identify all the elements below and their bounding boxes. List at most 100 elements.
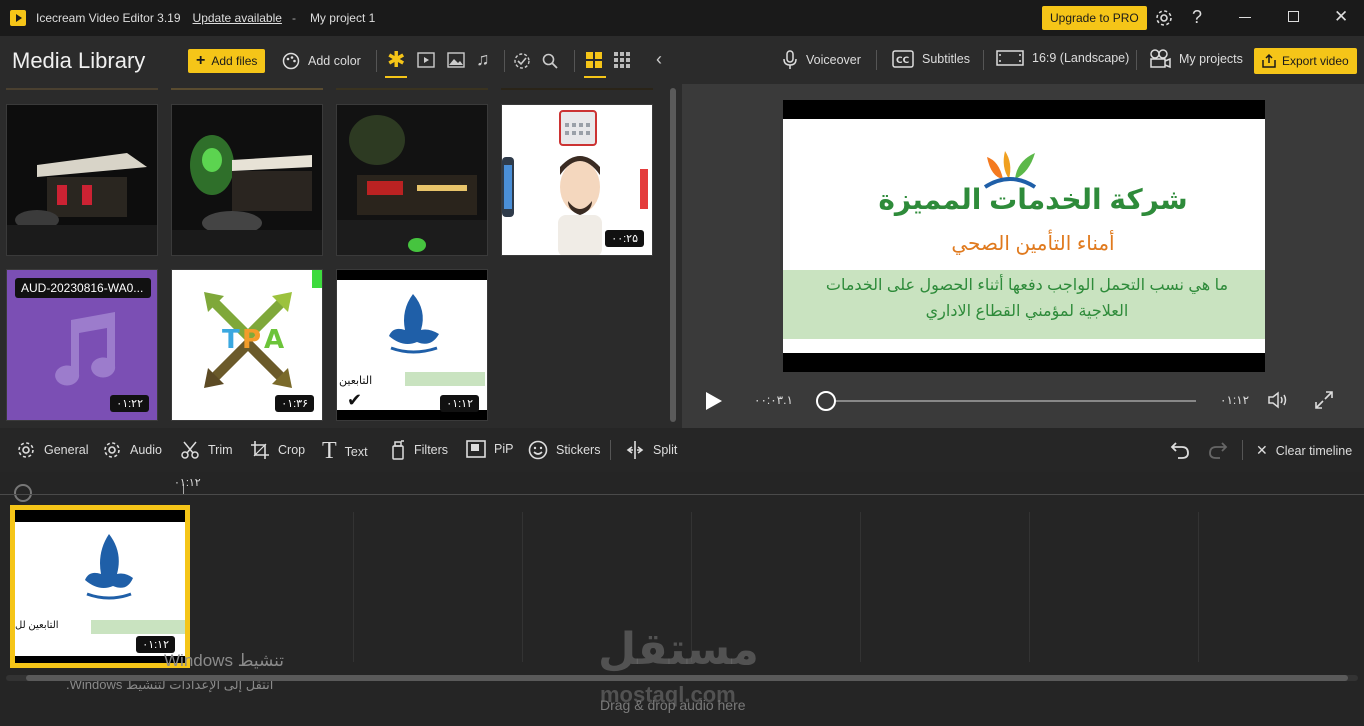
media-thumb-tpa-video[interactable]: T P A ۰۱:۳۶ (171, 269, 323, 421)
city-night-image (337, 105, 487, 255)
institution-logo-image (389, 294, 439, 354)
volume-icon[interactable] (1267, 390, 1291, 410)
total-time: ۰۱:۱۲ (1220, 393, 1250, 407)
media-thumb-night-photo-2[interactable] (171, 104, 323, 256)
duration-badge: ۰۰:۲۵ (605, 230, 644, 247)
audio-label: Audio (130, 443, 162, 457)
ruler-time-label: ۰۱:۱۲ (174, 477, 201, 489)
stickers-label: Stickers (556, 443, 601, 457)
split-button[interactable]: Split (625, 440, 677, 460)
filter-image-icon[interactable] (447, 52, 465, 68)
minimize-icon[interactable] (1239, 17, 1251, 18)
seek-thumb[interactable] (815, 391, 836, 411)
timeline-clip[interactable]: التابعين لل ۰۱:۱۲ (10, 505, 190, 668)
export-icon (1262, 54, 1276, 68)
small-grid-view-icon[interactable] (614, 52, 630, 68)
add-color-button[interactable]: Add color (282, 52, 361, 70)
letterbox-bar (15, 656, 185, 663)
export-video-button[interactable]: Export video (1254, 48, 1357, 74)
media-thumb-night-photo-1[interactable] (6, 104, 158, 256)
general-button[interactable]: General (16, 440, 88, 460)
play-icon[interactable] (704, 390, 724, 412)
active-view-underline (584, 76, 606, 78)
pip-button[interactable]: PiP (466, 440, 513, 458)
audio-file-name: AUD-20230816-WA0... (15, 278, 151, 298)
redo-icon[interactable] (1208, 441, 1228, 459)
mostaql-watermark-logo: مستقل (598, 625, 759, 674)
toolbar-divider-3 (574, 50, 575, 72)
close-window-icon[interactable]: ✕ (1334, 7, 1348, 27)
media-thumb-document-video[interactable]: التابعين ✔ ۰۱:۱۲ (336, 269, 488, 421)
letterbox-bar (337, 270, 487, 280)
large-grid-view-icon[interactable] (586, 52, 602, 68)
media-thumb-night-photo-3[interactable] (336, 104, 488, 256)
text-tool-icon: T (322, 438, 337, 464)
timeline-panel: ۰۱:۱۲ التابعين لل ۰۱:۱۲ تنشيط Windows ان… (0, 472, 1364, 726)
trim-button[interactable]: Trim (180, 440, 233, 460)
search-icon[interactable] (541, 52, 559, 70)
company-name-text: شركة الخدمات المميزة (878, 184, 1188, 215)
partial-thumb[interactable] (501, 88, 653, 90)
media-thumb-audio[interactable]: AUD-20230816-WA0... ۰۱:۲۲ (6, 269, 158, 421)
palette-icon (282, 52, 300, 70)
check-used-icon[interactable] (513, 52, 531, 70)
add-color-label: Add color (308, 54, 361, 68)
title-bar: Icecream Video Editor 3.19 Update availa… (0, 0, 1364, 36)
text-button[interactable]: T Text (322, 438, 368, 465)
filter-video-icon[interactable] (417, 52, 435, 68)
crop-label: Crop (278, 443, 306, 457)
pip-icon (466, 440, 486, 458)
filters-button[interactable]: Filters (390, 440, 448, 460)
help-icon[interactable]: ? (1192, 7, 1202, 28)
grid-line (1198, 512, 1199, 662)
svg-text:P: P (242, 325, 261, 355)
subtitles-label: Subtitles (922, 52, 970, 66)
maximize-icon[interactable] (1288, 11, 1299, 22)
timeline-scrollbar[interactable] (6, 675, 1358, 681)
library-scrollbar[interactable] (670, 88, 676, 428)
letterbox-bar (15, 510, 185, 522)
project-name: My project 1 (309, 11, 376, 25)
upgrade-to-pro-button[interactable]: Upgrade to PRO (1042, 6, 1147, 30)
text-label: Text (344, 444, 368, 459)
crop-button[interactable]: Crop (250, 440, 305, 460)
settings-gear-icon[interactable] (1154, 8, 1174, 28)
app-logo-icon (10, 10, 26, 26)
subtitles-button[interactable]: CC Subtitles (892, 50, 970, 68)
partial-thumb[interactable] (336, 88, 488, 90)
scrollbar-thumb[interactable] (670, 88, 676, 422)
clip-caption: التابعين لل (15, 620, 59, 631)
general-gear-icon (18, 442, 34, 458)
filters-bottle-icon (392, 440, 404, 460)
add-files-button[interactable]: + Add files (188, 49, 266, 73)
grid-line (860, 512, 861, 662)
stickers-button[interactable]: Stickers (528, 440, 600, 460)
svg-text:CC: CC (896, 56, 910, 66)
playhead-handle[interactable] (14, 484, 32, 502)
timeline-scrollbar-thumb[interactable] (26, 675, 1348, 681)
audio-drop-zone-hint[interactable]: Drag & drop audio here (600, 697, 746, 713)
scissors-icon (181, 441, 199, 459)
grid-line (1029, 512, 1030, 662)
voiceover-label: Voiceover (806, 53, 861, 67)
collapse-library-chevron-icon[interactable]: ‹ (656, 49, 662, 70)
undo-icon[interactable] (1170, 441, 1190, 459)
media-library-grid: ۰۰:۲۵ AUD-20230816-WA0... ۰۱:۲۲ T P A ۰۱… (0, 88, 682, 428)
update-available-link[interactable]: Update available (193, 11, 282, 25)
seek-bar[interactable] (818, 400, 1196, 402)
current-time: ۰۰:۰۳.۱ (754, 393, 793, 407)
duration-badge: ۰۱:۳۶ (275, 395, 314, 412)
filter-all-star-icon[interactable]: ✱ (387, 47, 405, 73)
voiceover-button[interactable]: Voiceover (782, 50, 861, 70)
media-thumb-cartoon-video[interactable]: ۰۰:۲۵ (501, 104, 653, 256)
aspect-ratio-button[interactable]: 16:9 (Landscape) (996, 50, 1129, 66)
clear-timeline-button[interactable]: ✕ Clear timeline (1256, 442, 1352, 459)
fullscreen-icon[interactable] (1314, 390, 1334, 410)
partial-thumb[interactable] (6, 88, 158, 90)
my-projects-button[interactable]: My projects (1149, 49, 1243, 69)
svg-text:A: A (264, 325, 284, 355)
audio-button[interactable]: Audio (102, 440, 162, 460)
video-preview-canvas[interactable]: شركة الخدمات المميزة أمناء التأمين الصحي… (783, 100, 1265, 372)
filter-audio-icon[interactable]: ♫ (476, 49, 490, 70)
partial-thumb[interactable] (171, 88, 323, 90)
